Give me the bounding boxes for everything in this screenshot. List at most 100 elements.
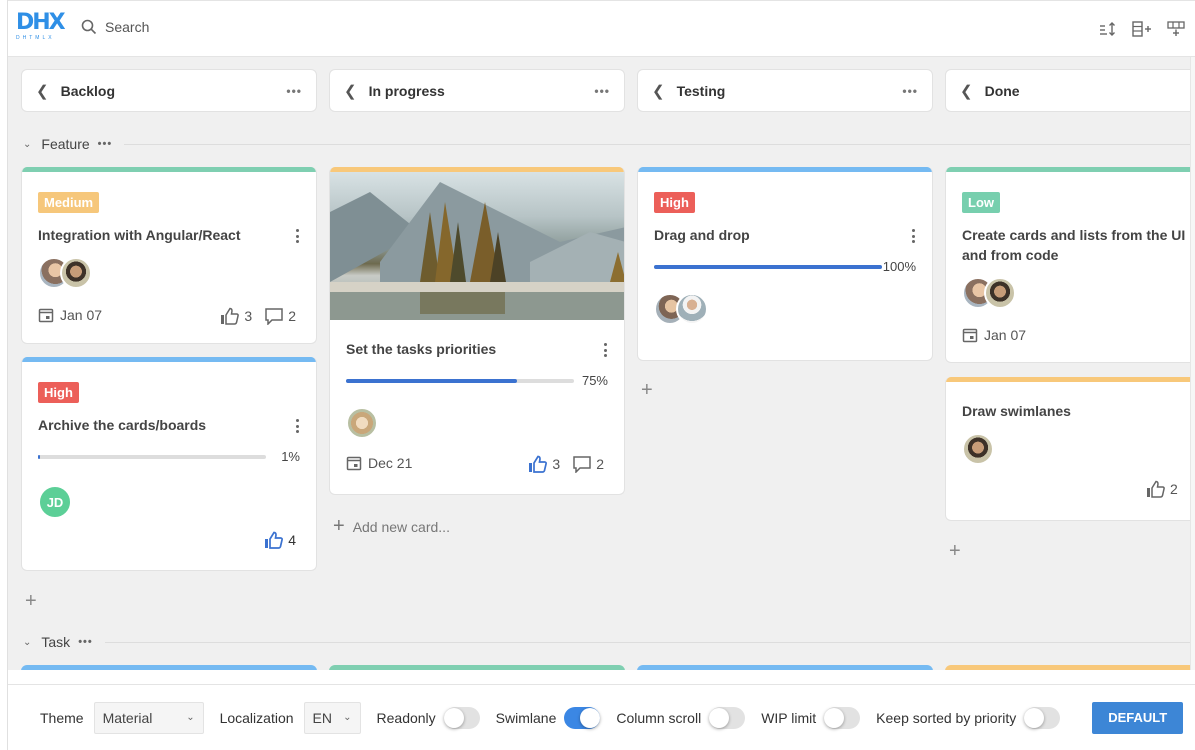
likes-count: 2 <box>1170 481 1178 497</box>
add-new-card-button[interactable]: + Add new card... <box>333 515 450 538</box>
search-box[interactable]: Search <box>81 19 149 35</box>
localization-label: Localization <box>219 709 294 726</box>
like-icon[interactable] <box>528 455 548 473</box>
card-stub[interactable] <box>637 665 933 670</box>
toolbar-actions <box>1098 19 1186 39</box>
default-button[interactable]: DEFAULT <box>1092 701 1184 734</box>
search-input[interactable]: Search <box>105 19 149 35</box>
sort-icon[interactable] <box>1098 19 1118 39</box>
card-create-cards[interactable]: Low Create cards and lists from the UI a… <box>945 167 1195 363</box>
settings-bar: Theme Material ⌄ Localization EN ⌄ Reado… <box>8 684 1195 750</box>
likes-count: 4 <box>288 532 296 548</box>
card-draw-swimlanes[interactable]: Draw swimlanes 2 <box>945 377 1195 521</box>
readonly-toggle[interactable] <box>443 706 480 729</box>
column-header-backlog[interactable]: ❮ Backlog ••• <box>21 69 317 112</box>
priority-badge: High <box>38 382 79 403</box>
like-icon[interactable] <box>264 531 284 549</box>
swimlane-menu-icon[interactable]: ••• <box>78 636 93 648</box>
card-color-stripe <box>22 357 316 362</box>
swimlane-header-feature[interactable]: ⌄ Feature ••• <box>23 136 1193 152</box>
card-stats: 3 2 <box>220 307 296 325</box>
card-due-date: Jan 07 <box>38 307 102 323</box>
calendar-icon <box>346 456 362 471</box>
card-menu-icon[interactable] <box>296 419 300 433</box>
logo-subtext: DHTMLX <box>16 35 55 41</box>
collapse-column-icon[interactable]: ❮ <box>960 82 973 100</box>
add-column-icon[interactable] <box>1132 19 1152 39</box>
progress-fill <box>654 265 882 269</box>
collapse-column-icon[interactable]: ❮ <box>36 82 49 100</box>
card-integration[interactable]: Medium Integration with Angular/React Ja… <box>21 167 317 344</box>
column-menu-icon[interactable]: ••• <box>902 84 918 98</box>
add-row-icon[interactable] <box>1166 19 1186 39</box>
chevron-down-icon[interactable]: ⌄ <box>23 637 31 648</box>
swimlane-menu-icon[interactable]: ••• <box>98 138 113 150</box>
card-title: Set the tasks priorities <box>346 341 497 357</box>
plus-icon: + <box>333 515 345 537</box>
localization-select[interactable]: EN ⌄ <box>303 701 361 734</box>
card-color-stripe <box>22 167 316 172</box>
comments-count: 2 <box>596 456 604 472</box>
card-stub[interactable] <box>21 665 317 670</box>
column-title: Done <box>984 82 1020 99</box>
comment-icon[interactable] <box>264 307 284 325</box>
card-due-date: Jan 07 <box>962 327 1026 343</box>
card-menu-icon[interactable] <box>296 229 300 243</box>
search-icon <box>81 19 97 35</box>
card-assignees <box>962 277 1016 309</box>
theme-select[interactable]: Material ⌄ <box>93 701 204 734</box>
card-title: Draw swimlanes <box>962 403 1071 419</box>
column-title: In progress <box>368 82 445 99</box>
column-menu-icon[interactable]: ••• <box>594 84 610 98</box>
card-color-stripe <box>946 377 1195 382</box>
column-title: Backlog <box>60 82 116 99</box>
collapse-column-icon[interactable]: ❮ <box>344 82 357 100</box>
keep-sorted-toggle[interactable] <box>1024 706 1061 729</box>
card-set-priorities[interactable]: Set the tasks priorities 75% Dec 21 3 2 <box>329 167 625 495</box>
swimlane-toggle[interactable] <box>564 706 601 729</box>
column-header-done[interactable]: ❮ Done <box>945 69 1195 112</box>
add-card-plus-icon[interactable]: + <box>641 379 653 402</box>
card-color-stripe <box>946 167 1195 172</box>
vertical-scrollbar[interactable] <box>1190 57 1195 670</box>
card-menu-icon[interactable] <box>912 229 916 243</box>
swimlane-divider <box>124 143 1193 145</box>
card-title: Create cards and lists from the UI and f… <box>962 227 1186 263</box>
card-archive[interactable]: High Archive the cards/boards 1% JD 4 <box>21 357 317 571</box>
card-title: Archive the cards/boards <box>38 417 207 433</box>
card-stats: 2 <box>1146 480 1195 498</box>
column-scroll-toggle[interactable] <box>709 706 746 729</box>
like-icon[interactable] <box>1146 480 1166 498</box>
readonly-label: Readonly <box>376 709 436 726</box>
add-card-plus-icon[interactable]: + <box>949 540 961 563</box>
card-drag-and-drop[interactable]: High Drag and drop 100% <box>637 167 933 361</box>
collapse-column-icon[interactable]: ❮ <box>652 82 665 100</box>
progress-label: 75% <box>581 373 608 388</box>
chevron-down-icon[interactable]: ⌄ <box>23 139 31 150</box>
toolbar: DHX DHTMLX Search <box>8 0 1195 57</box>
date-text: Dec 21 <box>368 455 413 471</box>
kanban-app: DHX DHTMLX Search ❮ Backlog ••• ❮ In pro… <box>7 0 1195 750</box>
wip-limit-toggle[interactable] <box>824 706 861 729</box>
column-header-in-progress[interactable]: ❮ In progress ••• <box>329 69 625 112</box>
column-header-testing[interactable]: ❮ Testing ••• <box>637 69 933 112</box>
like-icon[interactable] <box>220 307 240 325</box>
add-card-plus-icon[interactable]: + <box>25 590 37 613</box>
card-assignees <box>962 433 994 465</box>
card-menu-icon[interactable] <box>604 343 608 357</box>
card-assignees <box>38 257 92 289</box>
card-due-date: Dec 21 <box>346 455 412 471</box>
avatar <box>60 257 92 289</box>
logo-text: DHX <box>16 10 66 35</box>
card-stub[interactable] <box>329 665 625 670</box>
dhtmlx-logo: DHX DHTMLX <box>16 10 66 47</box>
comment-icon[interactable] <box>572 455 592 473</box>
likes-count: 3 <box>244 308 253 324</box>
card-color-stripe <box>638 167 932 172</box>
swimlane-header-task[interactable]: ⌄ Task ••• <box>23 634 1193 650</box>
priority-badge: Low <box>962 192 1000 213</box>
column-scroll-label: Column scroll <box>616 709 702 726</box>
card-stub[interactable] <box>945 665 1195 670</box>
card-title: Drag and drop <box>654 227 750 243</box>
column-menu-icon[interactable]: ••• <box>286 84 302 98</box>
